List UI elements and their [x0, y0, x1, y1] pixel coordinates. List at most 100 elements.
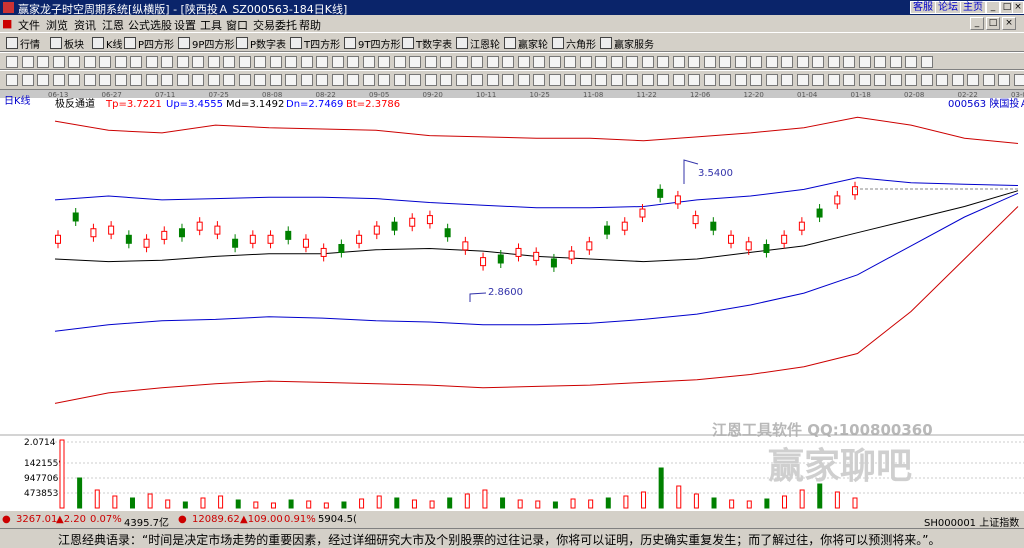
tool-icon[interactable]: [316, 56, 328, 68]
tool-icon[interactable]: [161, 74, 173, 86]
menu-file[interactable]: 文件: [18, 17, 40, 33]
t-square-button[interactable]: T四方形: [290, 36, 340, 51]
tool-icon[interactable]: [734, 74, 747, 86]
tool-icon[interactable]: [595, 56, 607, 68]
tool-icon[interactable]: [37, 56, 49, 68]
tool-icon[interactable]: [269, 74, 282, 86]
tool-icon[interactable]: [52, 56, 65, 68]
tool-icon[interactable]: [843, 56, 855, 68]
sectors-button[interactable]: 板块: [50, 36, 84, 51]
tool-icon[interactable]: [207, 56, 220, 68]
mdi-close-button[interactable]: ×: [1002, 17, 1016, 30]
tool-icon[interactable]: [641, 56, 654, 68]
tool-icon[interactable]: [610, 56, 623, 68]
tool-icon[interactable]: [21, 74, 34, 86]
tool-icon[interactable]: [362, 56, 375, 68]
tool-icon[interactable]: [21, 56, 34, 68]
tool-icon[interactable]: [176, 74, 189, 86]
tool-icon[interactable]: [998, 74, 1010, 86]
homepage-link[interactable]: 主页: [960, 1, 986, 14]
tool-icon[interactable]: [176, 56, 189, 68]
tool-icon[interactable]: [471, 74, 483, 86]
tool-icon[interactable]: [657, 74, 669, 86]
tool-icon[interactable]: [548, 56, 561, 68]
tool-icon[interactable]: [486, 74, 499, 86]
tool-icon[interactable]: [765, 56, 778, 68]
tool-icon[interactable]: [409, 74, 421, 86]
gann-wheel-button[interactable]: 江恩轮: [456, 36, 500, 51]
t-digit-button[interactable]: T数字表: [402, 36, 452, 51]
tool-icon[interactable]: [564, 56, 576, 68]
tool-icon[interactable]: [827, 74, 840, 86]
tool-icon[interactable]: [285, 74, 297, 86]
tool-icon[interactable]: [378, 56, 390, 68]
tool-icon[interactable]: [223, 74, 235, 86]
menu-help[interactable]: 帮助: [299, 17, 321, 33]
tool-icon[interactable]: [254, 56, 266, 68]
tool-icon[interactable]: [703, 74, 716, 86]
tool-icon[interactable]: [409, 56, 421, 68]
customer-service-link[interactable]: 客服: [910, 1, 936, 14]
tool-icon[interactable]: [502, 74, 514, 86]
tool-icon[interactable]: [703, 56, 716, 68]
tool-icon[interactable]: [982, 74, 995, 86]
tool-icon[interactable]: [858, 56, 871, 68]
tool-icon[interactable]: [750, 56, 762, 68]
index-code[interactable]: SH000001 上证指数: [924, 514, 1019, 529]
tool-icon[interactable]: [781, 74, 793, 86]
quotes-button[interactable]: 行情: [6, 36, 40, 51]
tool-icon[interactable]: [37, 74, 49, 86]
tool-icon[interactable]: [564, 74, 576, 86]
tool-icon[interactable]: [424, 56, 437, 68]
tool-icon[interactable]: [827, 56, 840, 68]
tool-icon[interactable]: [796, 74, 809, 86]
tool-icon[interactable]: [765, 74, 778, 86]
tool-icon[interactable]: [548, 74, 561, 86]
tool-icon[interactable]: [1013, 74, 1024, 86]
tool-icon[interactable]: [455, 56, 468, 68]
hexagon-button[interactable]: 六角形: [552, 36, 596, 51]
mdi-restore-button[interactable]: □: [986, 17, 1000, 30]
kline-button[interactable]: K线: [92, 36, 123, 51]
tool-icon[interactable]: [610, 74, 623, 86]
minimize-button[interactable]: _: [986, 1, 1000, 14]
p-digit-button[interactable]: P数字表: [236, 36, 286, 51]
tool-icon[interactable]: [83, 74, 96, 86]
tool-icon[interactable]: [471, 56, 483, 68]
tool-icon[interactable]: [362, 74, 375, 86]
tool-icon[interactable]: [347, 74, 359, 86]
tool-icon[interactable]: [83, 56, 96, 68]
tool-icon[interactable]: [347, 56, 359, 68]
tool-icon[interactable]: [440, 56, 452, 68]
tool-icon[interactable]: [455, 74, 468, 86]
tool-icon[interactable]: [812, 56, 824, 68]
tool-icon[interactable]: [579, 74, 592, 86]
tool-icon[interactable]: [130, 56, 142, 68]
tool-icon[interactable]: [905, 74, 917, 86]
tool-icon[interactable]: [533, 74, 545, 86]
tool-icon[interactable]: [657, 56, 669, 68]
tool-icon[interactable]: [161, 56, 173, 68]
tool-icon[interactable]: [6, 56, 18, 68]
winner-wheel-button[interactable]: 赢家轮: [504, 36, 548, 51]
mdi-minimize-button[interactable]: _: [970, 17, 984, 30]
tool-icon[interactable]: [130, 74, 142, 86]
tool-icon[interactable]: [579, 56, 592, 68]
tool-icon[interactable]: [626, 56, 638, 68]
tool-icon[interactable]: [641, 74, 654, 86]
tool-icon[interactable]: [889, 74, 902, 86]
tool-icon[interactable]: [734, 56, 747, 68]
tool-icon[interactable]: [626, 74, 638, 86]
tool-icon[interactable]: [672, 74, 685, 86]
tool-icon[interactable]: [269, 56, 282, 68]
tool-icon[interactable]: [967, 74, 979, 86]
tool-icon[interactable]: [517, 56, 530, 68]
tool-icon[interactable]: [812, 74, 824, 86]
menu-gann[interactable]: 江恩: [102, 17, 124, 33]
tool-icon[interactable]: [316, 74, 328, 86]
tool-icon[interactable]: [951, 74, 964, 86]
tool-icon[interactable]: [114, 74, 127, 86]
tool-icon[interactable]: [672, 56, 685, 68]
tool-icon[interactable]: [920, 56, 933, 68]
tool-icon[interactable]: [68, 74, 80, 86]
